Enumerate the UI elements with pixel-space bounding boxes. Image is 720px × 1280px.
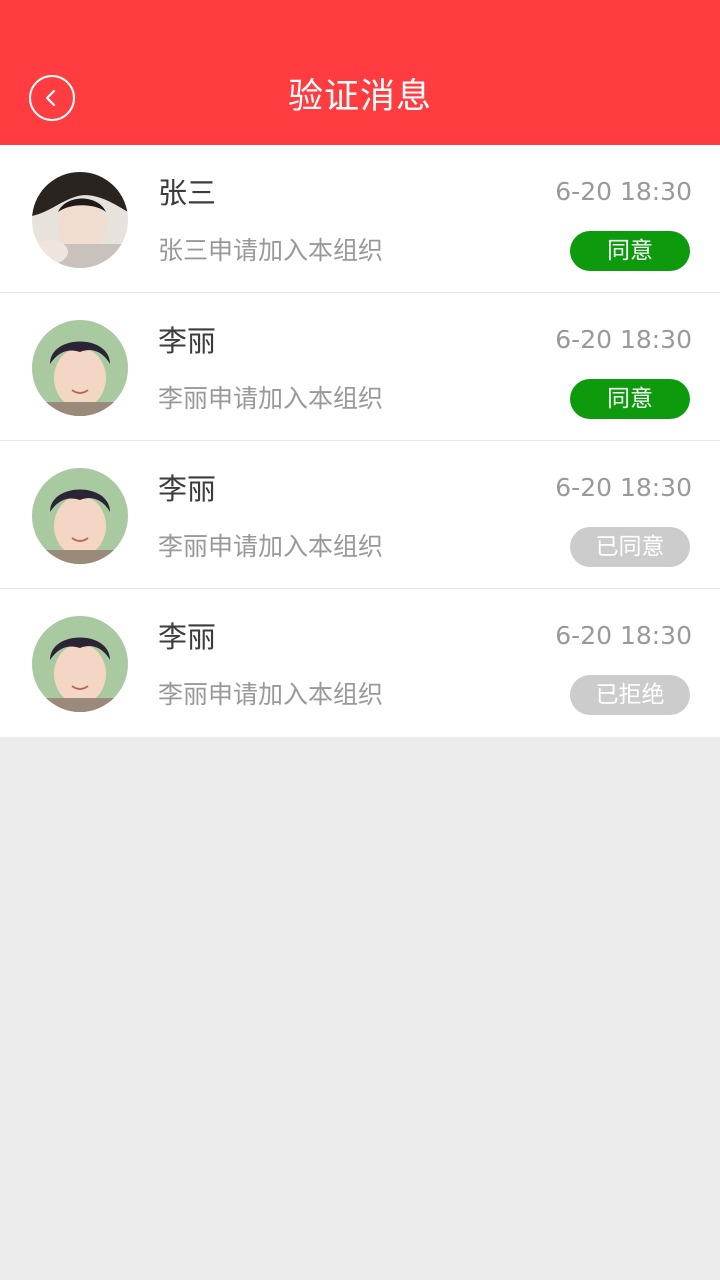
sender-name: 李丽 [158,620,217,654]
timestamp: 6-20 18:30 [555,473,692,502]
avatar [32,616,128,712]
request-text: 张三申请加入本组织 [158,236,384,265]
page-title: 验证消息 [287,77,432,117]
timestamp: 6-20 18:30 [555,621,692,650]
timestamp: 6-20 18:30 [555,325,692,354]
avatar [32,468,128,564]
request-text: 李丽申请加入本组织 [158,680,384,709]
sender-name: 李丽 [158,472,217,506]
app-screen: 验证消息 张三 张三申请加入本组织 6-20 18:30 同意 李丽 李丽申请加… [0,0,720,1280]
list-item[interactable]: 李丽 李丽申请加入本组织 6-20 18:30 同意 [0,293,720,441]
list-item[interactable]: 李丽 李丽申请加入本组织 6-20 18:30 已拒绝 [0,589,720,737]
status-badge: 已同意 [570,527,690,567]
request-text: 李丽申请加入本组织 [158,384,384,413]
status-badge: 已拒绝 [570,675,690,715]
list-item[interactable]: 张三 张三申请加入本组织 6-20 18:30 同意 [0,145,720,293]
sender-name: 李丽 [158,324,217,358]
avatar [32,320,128,416]
header-bar: 验证消息 [0,0,720,145]
request-text: 李丽申请加入本组织 [158,532,384,561]
message-list: 张三 张三申请加入本组织 6-20 18:30 同意 李丽 李丽申请加入本组织 … [0,145,720,737]
list-item[interactable]: 李丽 李丽申请加入本组织 6-20 18:30 已同意 [0,441,720,589]
avatar [32,172,128,268]
sender-name: 张三 [158,176,217,210]
timestamp: 6-20 18:30 [555,177,692,206]
agree-button[interactable]: 同意 [570,379,690,419]
agree-button[interactable]: 同意 [570,231,690,271]
